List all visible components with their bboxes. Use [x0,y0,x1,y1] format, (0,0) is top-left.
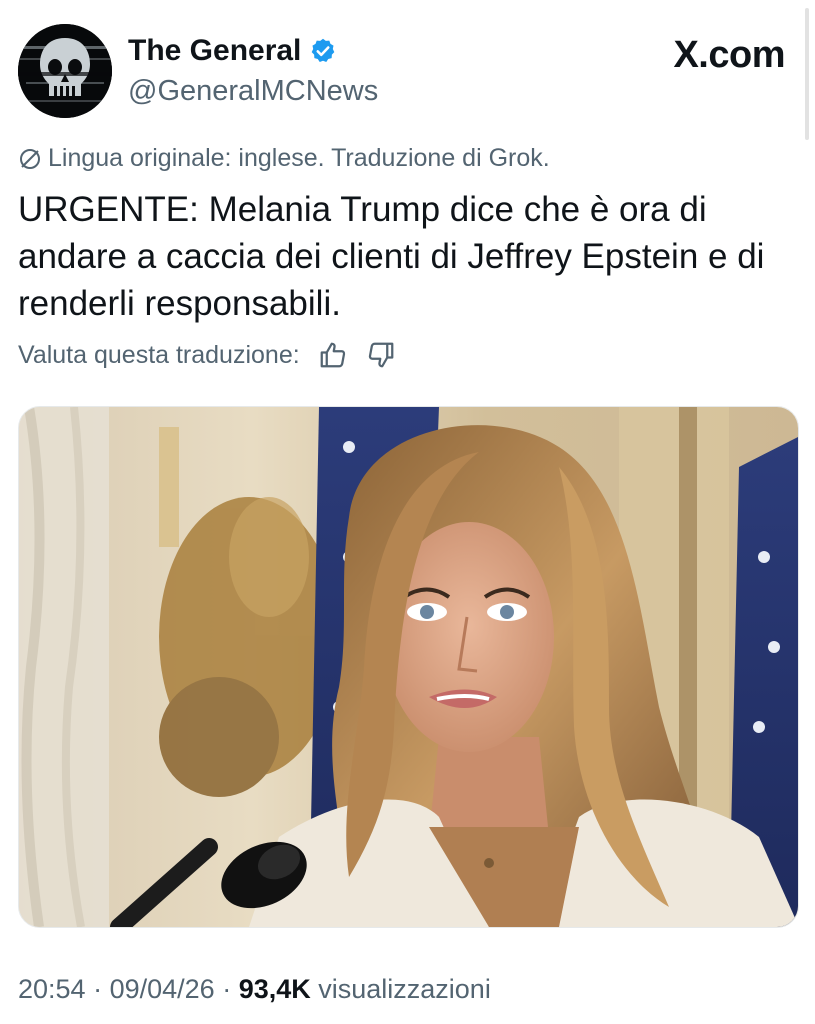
author-names: The General @GeneralMCNews [128,34,378,108]
thumbs-up-icon[interactable] [318,340,348,370]
tweet-meta: 20:54 · 09/04/26 · 93,4K visualizzazioni [18,974,491,1005]
tweet-header: The General @GeneralMCNews X.com [18,24,785,120]
author-handle[interactable]: @GeneralMCNews [128,74,378,108]
thumbs-down-icon[interactable] [366,340,396,370]
display-name[interactable]: The General [128,34,301,68]
display-name-row: The General [128,34,378,68]
tweet-date[interactable]: 09/04/26 [110,974,215,1004]
translation-note: Lingua originale: inglese. Traduzione di… [18,144,550,173]
tweet-text: URGENTE: Melania Trump dice che è ora di… [18,190,765,323]
avatar[interactable] [18,24,112,118]
translation-note-text: Lingua originale: inglese. Traduzione di… [48,144,550,172]
globe-slash-icon [18,147,42,171]
meta-separator: · [214,974,239,1004]
rate-translation-row: Valuta questa traduzione: [18,340,396,370]
views-count[interactable]: 93,4K [239,974,311,1004]
scrollbar[interactable] [805,8,809,140]
views-label: visualizzazioni [310,974,491,1004]
verified-badge-icon [309,37,337,65]
tweet-photo[interactable] [18,406,799,928]
meta-separator: · [85,974,110,1004]
rate-translation-label: Valuta questa traduzione: [18,340,300,369]
site-label: X.com [673,34,785,76]
tweet-time[interactable]: 20:54 [18,974,86,1004]
